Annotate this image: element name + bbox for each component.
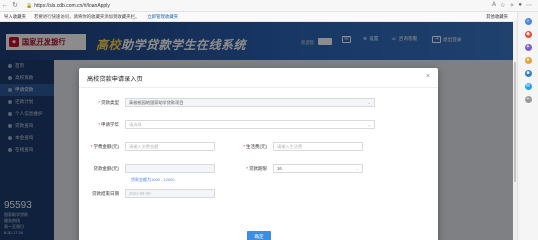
refresh-icon[interactable]: ↻ [10, 1, 20, 11]
chevron-down-icon: ⌄ [367, 100, 371, 105]
back-icon[interactable]: ← [0, 1, 10, 11]
modal-header: 高校贷款申请录入页 × [79, 68, 438, 88]
loan-amount-hint: 贷款金额为1000 - 12000 [131, 177, 175, 182]
more-icon[interactable]: ⋯ [526, 2, 532, 9]
chevron-down-icon: ⌄ [367, 122, 371, 127]
read-aloud-icon[interactable]: A [492, 2, 496, 9]
url-field[interactable]: 🔒 https://sls.cdb.com.cn/#/loanApply [26, 3, 492, 9]
confirm-button[interactable]: 确定 [247, 231, 271, 240]
favorites-bar: 导入收藏夹 若要进行快速访问，请将你的收藏夹添加到收藏夹栏。 立即管理收藏夹 其… [0, 12, 538, 22]
living-input[interactable]: 请输入生活费 [273, 142, 363, 151]
tuition-input[interactable]: 请输入学费金额 [125, 142, 215, 151]
apply-year-row: *申请学年 请选择 ⌄ [87, 120, 375, 129]
loan-term-select[interactable]: 16 ⌄ [273, 164, 363, 173]
loan-apply-modal: 高校贷款申请录入页 × *贷款类型 高校校园地国家助学贷款项目 ⌄ *申请学年 … [79, 68, 438, 240]
loan-type-select[interactable]: 高校校园地国家助学贷款项目 ⌄ [125, 98, 375, 107]
tools-icon[interactable]: ✦ [524, 44, 532, 51]
url-text: https://sls.cdb.com.cn/#/loanApply [34, 2, 110, 9]
add-icon[interactable]: + [524, 96, 532, 103]
office-icon[interactable]: ■ [524, 70, 532, 77]
close-icon[interactable]: × [426, 73, 430, 80]
outlook-icon[interactable]: ✉ [524, 83, 532, 90]
profile-icon[interactable]: ● [518, 2, 522, 9]
manage-favorites-link[interactable]: 立即管理收藏夹 [147, 14, 178, 20]
search-icon[interactable]: ⌕ [524, 18, 532, 25]
tuition-row: *学费金额(元) 请输入学费金额 [87, 142, 215, 151]
page: ◆ 国家开发银行 CHINA DEVELOPMENT BANK 高校助学贷款学生… [0, 22, 517, 240]
games-icon[interactable]: ● [524, 57, 532, 64]
end-date-input[interactable]: 2041-09-20 [125, 189, 215, 198]
modal-title: 高校贷款申请录入页 [87, 76, 143, 83]
loan-term-row: *贷款期限 16 ⌄ [235, 164, 363, 173]
import-favorites[interactable]: 导入收藏夹 [4, 14, 26, 20]
favorites-warning: 若要进行快速访问，请将你的收藏夹添加到收藏夹栏。 [33, 13, 140, 19]
browser-address-bar: ← ↻ 🔒 https://sls.cdb.com.cn/#/loanApply… [0, 0, 538, 12]
loan-type-row: *贷款类型 高校校园地国家助学贷款项目 ⌄ [87, 98, 375, 107]
living-row: *生活费(元) 请输入生活费 [235, 142, 363, 151]
loan-amount-row: 贷款金额(元) [87, 164, 215, 173]
chevron-down-icon: ⌄ [355, 166, 359, 171]
favorites-icon[interactable]: ✧ [509, 2, 514, 9]
lock-icon: 🔒 [26, 2, 33, 9]
shopping-icon[interactable]: ◆ [524, 31, 532, 38]
star-icon[interactable]: ☆ [500, 2, 505, 9]
other-favorites[interactable]: 其他收藏夹 [486, 14, 508, 20]
edge-sidebar: ⌕ ◆ ✦ ● ■ ✉ + [517, 12, 538, 240]
scroll-thumb[interactable] [514, 62, 516, 182]
end-date-row: 贷款结束日期 2041-09-20 [87, 189, 215, 198]
loan-amount-input[interactable] [125, 164, 215, 173]
apply-year-select[interactable]: 请选择 ⌄ [125, 120, 375, 129]
